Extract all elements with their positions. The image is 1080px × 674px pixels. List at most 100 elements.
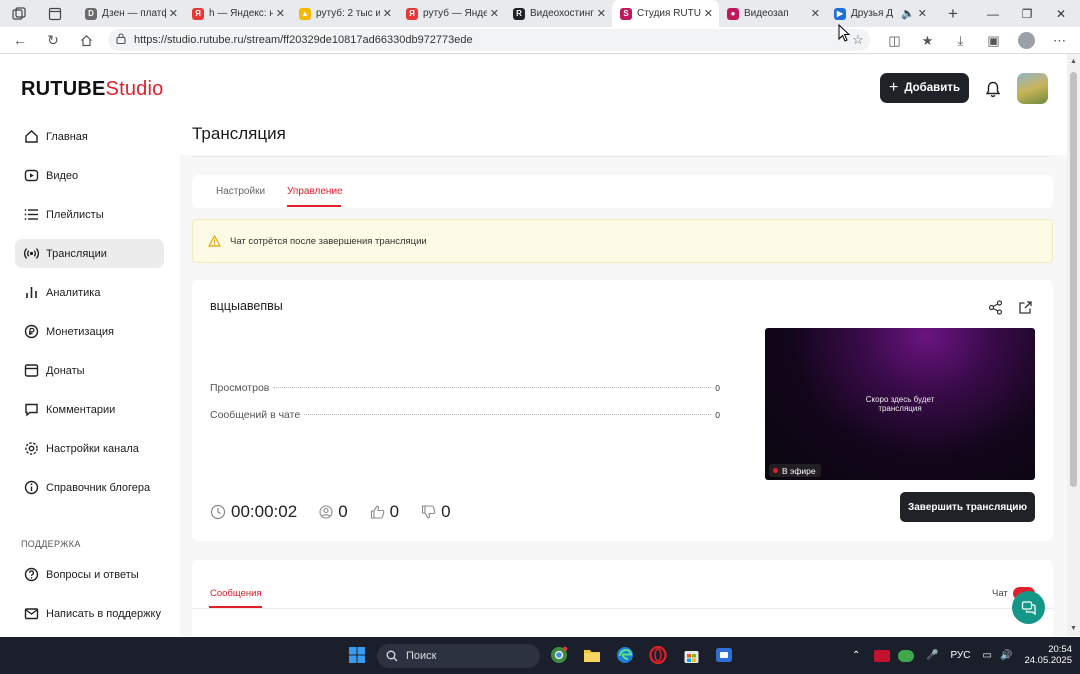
home-browser-icon[interactable] xyxy=(73,29,99,51)
opera-icon[interactable] xyxy=(647,645,669,665)
taskbar-clock[interactable]: 20:54 24.05.2025 xyxy=(1020,644,1072,666)
tray-app-icon[interactable] xyxy=(874,649,890,662)
sidebar-item-monetization[interactable]: Монетизация xyxy=(15,317,164,346)
browser-tab[interactable]: ● Видеозап ✕ xyxy=(719,0,826,27)
sidebar-item-settings[interactable]: Настройки канала xyxy=(15,434,164,463)
reload-icon[interactable]: ↻ xyxy=(40,29,66,51)
sidebar-item-video[interactable]: Видео xyxy=(15,161,164,190)
scroll-up-icon[interactable]: ▲ xyxy=(1067,58,1080,65)
site-info-icon[interactable] xyxy=(108,33,134,47)
support-item-question[interactable]: Вопросы и ответы xyxy=(15,560,164,589)
rutube-studio-logo[interactable]: RUTUBEStudio xyxy=(21,78,163,101)
tray-security-icon[interactable] xyxy=(898,649,914,662)
file-explorer-icon[interactable] xyxy=(581,645,603,665)
tray-expand-icon[interactable]: ⌃ xyxy=(852,650,864,661)
browser-tab[interactable]: ▲ рутуб: 2 тыс ит ✕ xyxy=(291,0,398,27)
workspaces-icon[interactable] xyxy=(7,3,31,25)
home-icon xyxy=(23,129,39,145)
scroll-down-icon[interactable]: ▼ xyxy=(1067,625,1080,632)
windows-start-icon[interactable] xyxy=(346,645,368,665)
plus-icon: + xyxy=(888,79,899,96)
browser-tab[interactable]: R Видеохостинг ✕ xyxy=(505,0,612,27)
bell-icon[interactable] xyxy=(983,79,1003,99)
browser-tab[interactable]: Яh — Яндекс: н ✕ xyxy=(184,0,291,27)
tab-settings[interactable]: Настройки xyxy=(216,186,265,197)
warning-icon xyxy=(208,235,221,247)
open-external-icon[interactable] xyxy=(1018,300,1033,320)
sidebar-item-broadcast[interactable]: Трансляции xyxy=(15,239,164,268)
browser-tools: ◫ ★ ⤓ ▣ ⋯ xyxy=(878,27,1076,54)
browser-tab[interactable]: D Дзен — платф ✕ xyxy=(77,0,184,27)
minimize-icon[interactable]: — xyxy=(976,0,1010,27)
tab-close-icon[interactable]: ✕ xyxy=(918,7,927,20)
favorites-icon[interactable]: ★ xyxy=(911,33,944,49)
mail-icon xyxy=(23,606,39,622)
tab-title: Друзья Д xyxy=(851,8,893,19)
tab-close-icon[interactable]: ✕ xyxy=(704,7,713,20)
info-icon xyxy=(23,480,39,496)
warning-text: Чат сотрётся после завершения трансляции xyxy=(230,235,427,247)
scroll-thumb[interactable] xyxy=(1070,72,1077,487)
share-icon[interactable] xyxy=(988,300,1003,320)
page-scrollbar[interactable]: ▲ ▼ xyxy=(1067,54,1080,636)
stream-preview[interactable]: Скоро здесь будет трансляция В эфире xyxy=(765,328,1035,480)
language-indicator[interactable]: РУС xyxy=(950,650,970,661)
network-icon[interactable]: ▭ xyxy=(982,650,991,661)
chrome-app-icon[interactable] xyxy=(548,645,570,665)
dislikes-value: 0 xyxy=(441,502,451,521)
volume-icon[interactable]: 🔊 xyxy=(1000,650,1012,661)
tab-close-icon[interactable]: ✕ xyxy=(276,7,285,20)
browser-tab[interactable]: S Студия RUTUB ✕ xyxy=(612,0,719,27)
preview-placeholder: Скоро здесь будет трансляция xyxy=(765,395,1035,413)
profile-avatar[interactable] xyxy=(1018,32,1035,49)
browser-menu-icon[interactable]: ⋯ xyxy=(1043,33,1076,49)
screen-recorder-icon[interactable] xyxy=(713,645,735,665)
close-window-icon[interactable]: ✕ xyxy=(1044,0,1078,27)
chat-messages-label: Сообщений в чате xyxy=(210,409,301,421)
sidebar-item-comments[interactable]: Комментарии xyxy=(15,395,164,424)
stream-metrics: 00:00:02 0 0 0 xyxy=(210,501,473,523)
browser-tab[interactable]: Ярутуб — Янде ✕ xyxy=(398,0,505,27)
end-stream-button[interactable]: Завершить трансляцию xyxy=(900,492,1035,522)
sidebar-item-donate[interactable]: Донаты xyxy=(15,356,164,385)
url-text[interactable]: https://studio.rutube.ru/stream/ff20329d… xyxy=(134,34,846,46)
address-bar[interactable]: https://studio.rutube.ru/stream/ff20329d… xyxy=(108,29,870,51)
tab-messages[interactable]: Сообщения xyxy=(210,588,262,599)
browser-tab-strip: D Дзен — платф ✕ Яh — Яндекс: н ✕ ▲ рутуб: 2 т… xyxy=(0,0,1080,27)
tab-close-icon[interactable]: ✕ xyxy=(169,7,178,20)
back-icon[interactable]: ← xyxy=(7,29,33,51)
downloads-icon[interactable]: ⤓ xyxy=(944,33,977,49)
views-label: Просмотров xyxy=(210,382,270,394)
tab-management[interactable]: Управление xyxy=(287,186,343,197)
sidebar-item-label: Комментарии xyxy=(46,403,116,416)
comments-icon xyxy=(23,402,39,418)
microphone-icon[interactable]: 🎤 xyxy=(926,650,938,661)
tab-audio-icon[interactable]: 🔈 xyxy=(901,7,915,20)
new-tab-button[interactable]: + xyxy=(939,3,967,25)
taskbar-search[interactable]: Поиск xyxy=(377,644,540,668)
store-icon[interactable] xyxy=(680,645,702,665)
support-item-mail[interactable]: Написать в поддержку xyxy=(15,599,164,628)
sidebar-item-info[interactable]: Справочник блогера xyxy=(15,473,164,502)
sidebar-item-home[interactable]: Главная xyxy=(15,122,164,151)
sidebar-item-playlist[interactable]: Плейлисты xyxy=(15,200,164,229)
maximize-icon[interactable]: ❐ xyxy=(1010,0,1044,27)
edge-browser-icon[interactable] xyxy=(614,645,636,665)
tab-actions-icon[interactable] xyxy=(43,3,67,25)
add-button[interactable]: + Добавить xyxy=(880,73,969,103)
tab-close-icon[interactable]: ✕ xyxy=(490,7,499,20)
user-avatar[interactable] xyxy=(1017,73,1048,104)
sidebar-item-label: Настройки канала xyxy=(46,442,139,455)
sidebar-item-analytics[interactable]: Аналитика xyxy=(15,278,164,307)
thumbs-up-icon xyxy=(370,505,385,519)
browser-tab[interactable]: ▶ Друзья Д 🔈 ✕ xyxy=(826,0,933,27)
tab-close-icon[interactable]: ✕ xyxy=(597,7,606,20)
live-badge-label: В эфире xyxy=(782,465,816,476)
collections-icon[interactable]: ▣ xyxy=(977,33,1010,49)
tab-favicon-icon: S xyxy=(620,7,632,20)
video-icon xyxy=(23,168,39,184)
tab-close-icon[interactable]: ✕ xyxy=(811,7,820,20)
split-screen-icon[interactable]: ◫ xyxy=(878,33,911,49)
tab-close-icon[interactable]: ✕ xyxy=(383,7,392,20)
help-chat-button[interactable] xyxy=(1012,591,1045,624)
